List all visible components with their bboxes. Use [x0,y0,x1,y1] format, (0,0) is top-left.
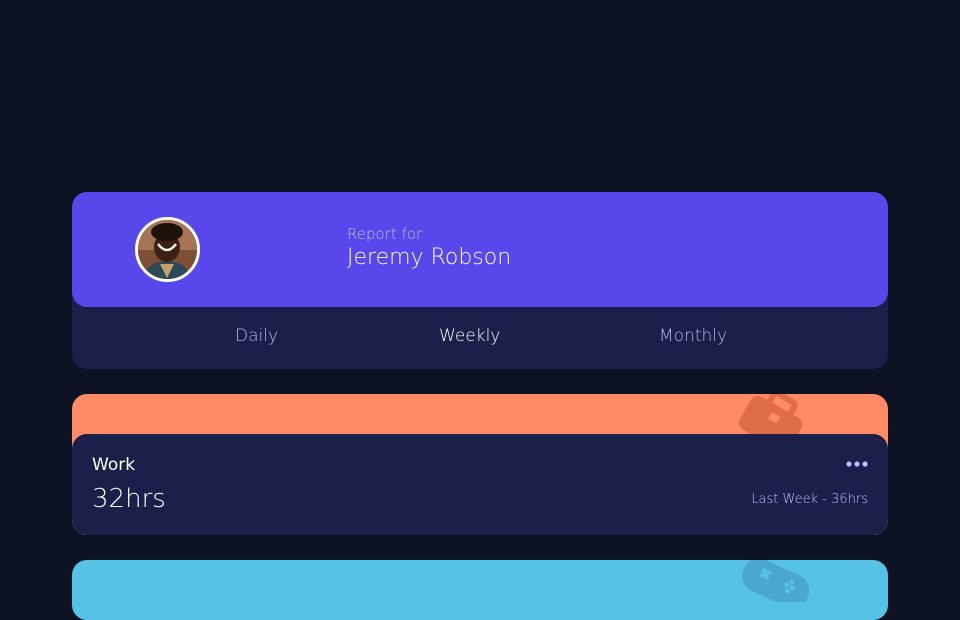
work-card-body[interactable]: Work 32hrs Last Week - 36hrs [72,434,888,535]
tab-daily[interactable]: Daily [235,326,278,346]
gamepad-icon [741,560,810,602]
ellipsis-icon[interactable] [846,460,868,468]
work-card: Work 32hrs Last Week - 36hrs [72,394,888,535]
profile-card: Report for Jeremy Robson Daily Weekly Mo… [72,192,888,369]
tab-weekly[interactable]: Weekly [439,326,500,346]
user-name: Jeremy Robson [347,245,512,270]
previous-hours: Last Week - 36hrs [751,492,868,507]
profile-header: Report for Jeremy Robson [72,192,888,307]
play-card[interactable] [72,560,888,620]
report-label: Report for [347,225,423,243]
tab-monthly[interactable]: Monthly [659,326,727,346]
card-title: Work [92,455,136,475]
avatar [135,217,200,282]
current-hours: 32hrs [92,484,166,514]
